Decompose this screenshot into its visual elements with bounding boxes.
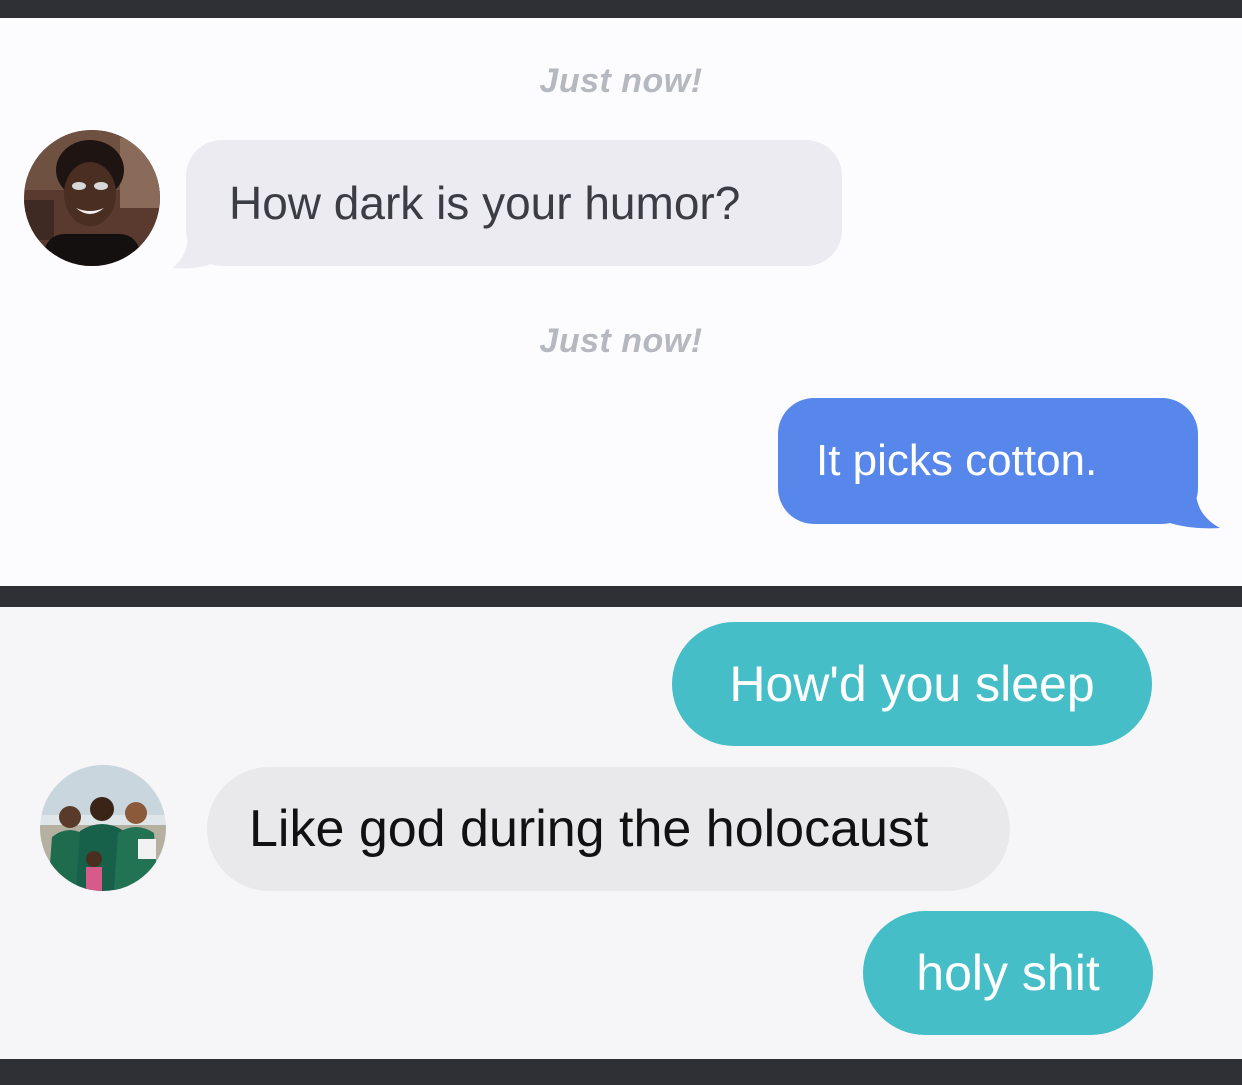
sender-avatar[interactable] [40, 765, 166, 891]
chat-screenshot-2: How'd you sleep Like god during the holo… [0, 607, 1242, 1059]
chat-screenshot-1: Just now! How dark is your humor? Just n… [0, 18, 1242, 586]
incoming-message-bubble[interactable]: Like god during the holocaust [207, 767, 1010, 891]
outgoing-message-bubble[interactable]: It picks cotton. [778, 398, 1198, 524]
bubble-tail-icon [1166, 486, 1220, 529]
outgoing-message-bubble[interactable]: holy shit [863, 911, 1153, 1035]
message-timestamp: Just now! [539, 62, 703, 100]
bubble-tail-icon [172, 226, 216, 269]
group-photo-avatar-icon [40, 765, 166, 891]
incoming-message-bubble[interactable]: How dark is your humor? [186, 140, 842, 266]
message-timestamp: Just now! [539, 322, 703, 360]
sender-avatar[interactable] [24, 130, 160, 266]
outgoing-message-bubble[interactable]: How'd you sleep [672, 622, 1152, 746]
profile-photo-avatar-icon [24, 130, 160, 266]
